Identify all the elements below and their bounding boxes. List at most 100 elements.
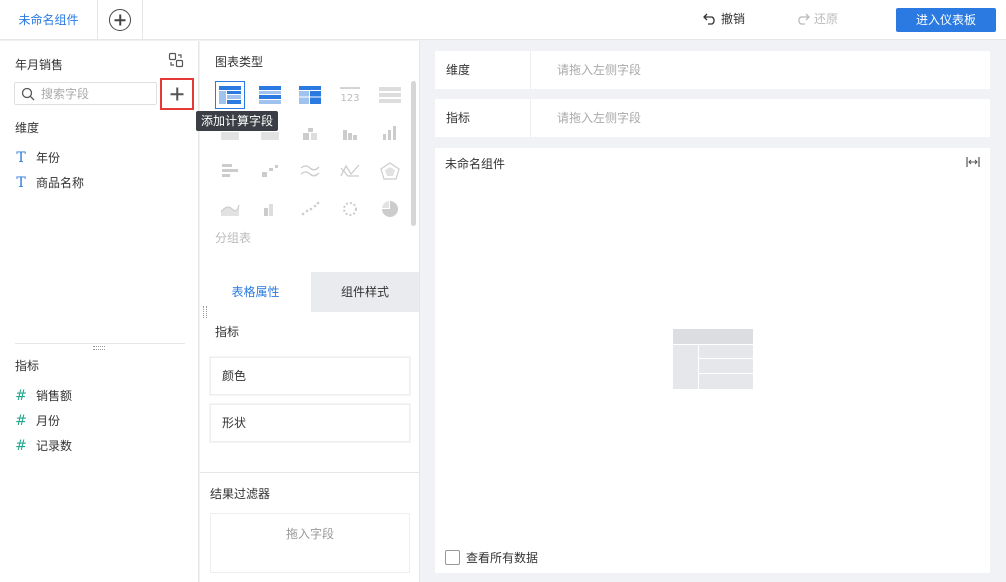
redo-label: 还原 (814, 12, 839, 26)
measure-field-record-count[interactable]: # 记录数 (15, 437, 72, 454)
tab-untitled-widget[interactable]: 未命名组件 (0, 0, 98, 40)
add-calculated-field-button[interactable] (160, 78, 194, 110)
shape-property[interactable]: 形状 (210, 404, 410, 442)
switch-dataset-icon[interactable] (168, 52, 184, 68)
measure-section-label: 指标 (15, 359, 40, 373)
resize-handle[interactable] (93, 346, 105, 350)
polyline-chart-icon (340, 164, 360, 177)
grouped-column-icon (264, 204, 273, 216)
checkbox-box[interactable] (445, 550, 460, 565)
chart-type-area[interactable] (215, 195, 245, 223)
chart-type-column[interactable] (335, 119, 365, 147)
chart-type-scrollbar[interactable] (411, 81, 416, 226)
tab-widget-style[interactable]: 组件样式 (311, 272, 419, 312)
chart-type-radar[interactable] (375, 157, 405, 185)
chart-type-scatter-bar[interactable] (255, 157, 285, 185)
chart-type-cross-table[interactable] (295, 81, 325, 109)
dataset-title: 年月销售 (15, 58, 64, 72)
add-calculated-field-tooltip: 添加计算字段 (196, 111, 278, 131)
view-all-data-checkbox[interactable]: 查看所有数据 (445, 549, 538, 566)
number-field-icon: # (15, 412, 27, 429)
bubble-chart-icon (343, 202, 357, 216)
chart-type-detail-table[interactable] (255, 81, 285, 109)
radar-chart-icon (380, 162, 400, 180)
section-divider (200, 472, 419, 473)
measure-drop-placeholder: 请拖入左侧字段 (557, 111, 642, 125)
add-widget-button[interactable] (98, 0, 143, 40)
undo-button[interactable]: 撤销 (703, 10, 745, 27)
line-chart-icon (300, 165, 320, 177)
measure-row-label: 指标 (446, 111, 471, 125)
row-separator (530, 99, 531, 137)
chart-type-polyline[interactable] (335, 157, 365, 185)
selected-chart-name: 分组表 (215, 231, 252, 245)
chart-type-line[interactable] (295, 157, 325, 185)
chart-type-stacked-bar[interactable] (295, 119, 325, 147)
widget-preview: 未命名组件 查看所有数据 (435, 148, 990, 573)
dimension-row-label: 维度 (446, 63, 471, 77)
text-field-icon: T (16, 149, 26, 166)
panel-resize-handle[interactable] (203, 306, 207, 318)
dimension-field-product-name[interactable]: T 商品名称 (15, 174, 84, 191)
scatter-chart-icon (301, 201, 320, 216)
preview-area: 维度 请拖入左侧字段 指标 请拖入左侧字段 未命名组件 查看所有数据 (421, 41, 1006, 582)
undo-label: 撤销 (721, 12, 746, 26)
stacked-bar-icon (303, 128, 317, 140)
filter-drop-zone[interactable]: 拖入字段 (210, 513, 410, 573)
field-label: 年份 (36, 151, 61, 165)
row-separator (530, 51, 531, 89)
undo-icon (703, 13, 715, 25)
chart-type-column-2[interactable] (375, 119, 405, 147)
dimension-drop-row[interactable]: 维度 请拖入左侧字段 (435, 51, 990, 89)
config-tabs: 表格属性 组件样式 (200, 272, 419, 312)
plus-icon (170, 87, 184, 101)
column-chart-icon (343, 130, 357, 140)
field-label: 销售额 (36, 389, 73, 403)
chart-type-group-table[interactable] (215, 81, 245, 109)
enter-dashboard-button[interactable]: 进入仪表板 (896, 8, 996, 32)
widget-title: 未命名组件 (445, 157, 506, 171)
search-icon (21, 87, 35, 100)
chart-type-scatter[interactable] (295, 195, 325, 223)
dimension-field-year[interactable]: T 年份 (15, 149, 60, 166)
tab-table-properties[interactable]: 表格属性 (200, 272, 311, 312)
chart-type-bubble[interactable] (335, 195, 365, 223)
dimension-drop-placeholder: 请拖入左侧字段 (557, 63, 642, 77)
scatter-bar-icon (262, 165, 278, 177)
chart-type-text-table[interactable] (375, 81, 405, 109)
color-property[interactable]: 颜色 (210, 357, 410, 395)
cross-table-icon (299, 86, 321, 104)
dimension-section-label: 维度 (15, 121, 40, 135)
text-table-icon (379, 87, 401, 103)
chart-type-pie[interactable] (375, 195, 405, 223)
measure-field-sales[interactable]: # 销售额 (15, 387, 72, 404)
search-input[interactable] (41, 86, 141, 101)
measure-field-month[interactable]: # 月份 (15, 412, 60, 429)
expand-width-icon[interactable] (966, 156, 980, 168)
bar-chart-icon (222, 164, 238, 177)
redo-button[interactable]: 还原 (796, 10, 838, 27)
field-label: 月份 (36, 414, 61, 428)
redo-icon (798, 13, 810, 25)
field-search[interactable] (14, 82, 157, 105)
chart-type-bar[interactable] (215, 157, 245, 185)
field-label: 记录数 (36, 439, 73, 453)
record-count-icon: # (15, 437, 27, 454)
empty-table-placeholder-icon (673, 329, 753, 389)
chart-type-grouped-column[interactable] (255, 195, 285, 223)
number-field-icon: # (15, 387, 27, 404)
text-field-icon: T (16, 174, 26, 191)
group-table-icon (219, 86, 241, 104)
pie-chart-icon (382, 201, 398, 217)
detail-table-icon (259, 86, 281, 104)
chart-type-title: 图表类型 (215, 55, 264, 69)
circle-plus-icon (109, 9, 131, 31)
section-divider (15, 343, 185, 344)
measure-drop-row[interactable]: 指标 请拖入左侧字段 (435, 99, 990, 137)
kpi-icon: 123 (340, 87, 360, 104)
chart-type-kpi[interactable]: 123 (335, 81, 365, 109)
column-chart-icon (383, 126, 396, 140)
field-label: 商品名称 (36, 176, 85, 190)
result-filter-label: 结果过滤器 (210, 487, 271, 501)
field-panel: 年月销售 维度 T 年份 T 商品名称 指标 # 销售额 # 月份 # 记录数 (0, 41, 199, 582)
